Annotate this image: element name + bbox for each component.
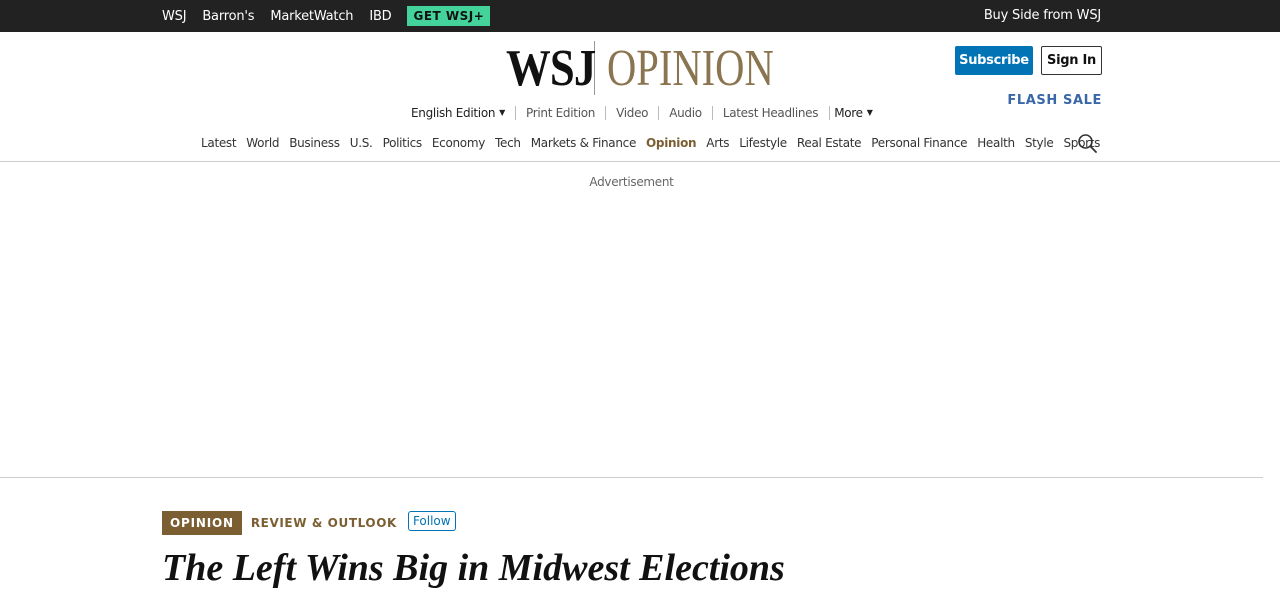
- article-headline: The Left Wins Big in Midwest Elections: [162, 547, 785, 589]
- nav-item-politics[interactable]: Politics: [383, 136, 423, 150]
- print-edition-link[interactable]: Print Edition: [515, 106, 605, 120]
- brand-link-marketwatch[interactable]: MarketWatch: [270, 9, 353, 24]
- nav-item-personal-finance[interactable]: Personal Finance: [871, 136, 967, 150]
- audio-link[interactable]: Audio: [658, 106, 712, 120]
- main-nav: Latest World Business U.S. Politics Econ…: [201, 134, 1110, 152]
- subscribe-button[interactable]: Subscribe: [955, 46, 1033, 75]
- nav-item-real-estate[interactable]: Real Estate: [797, 136, 862, 150]
- section-label[interactable]: REVIEW & OUTLOOK: [251, 516, 397, 530]
- nav-item-health[interactable]: Health: [977, 136, 1015, 150]
- caret-down-icon: ▼: [499, 108, 506, 117]
- article-meta: OPINION REVIEW & OUTLOOK Follow: [162, 511, 456, 535]
- nav-item-us[interactable]: U.S.: [350, 136, 373, 150]
- ad-divider: [0, 477, 1263, 478]
- nav-item-world[interactable]: World: [246, 136, 279, 150]
- brand-link-barrons[interactable]: Barron's: [202, 9, 254, 24]
- flash-sale-link[interactable]: FLASH SALE: [1007, 93, 1102, 108]
- nav-item-markets-finance[interactable]: Markets & Finance: [531, 136, 637, 150]
- edition-bar: English Edition ▼ Print Edition Video Aud…: [411, 104, 873, 122]
- caret-down-icon: ▼: [866, 108, 873, 117]
- edition-selector[interactable]: English Edition ▼: [411, 106, 515, 120]
- nav-item-latest[interactable]: Latest: [201, 136, 237, 150]
- nav-item-style[interactable]: Style: [1025, 136, 1054, 150]
- brand-link-ibd[interactable]: IBD: [369, 9, 391, 24]
- nav-item-tech[interactable]: Tech: [495, 136, 521, 150]
- nav-item-lifestyle[interactable]: Lifestyle: [739, 136, 787, 150]
- advertisement-label: Advertisement: [589, 175, 674, 189]
- brand-links: WSJ Barron's MarketWatch IBD GET WSJ+: [162, 0, 491, 32]
- latest-headlines-link[interactable]: Latest Headlines: [711, 106, 828, 120]
- more-label: More: [834, 106, 863, 120]
- nav-item-economy[interactable]: Economy: [432, 136, 485, 150]
- nav-item-arts[interactable]: Arts: [706, 136, 729, 150]
- follow-button[interactable]: Follow: [407, 511, 456, 531]
- sign-in-button[interactable]: Sign In: [1041, 46, 1102, 75]
- video-link[interactable]: Video: [605, 106, 658, 120]
- search-icon[interactable]: [1077, 133, 1097, 153]
- brand-link-wsj[interactable]: WSJ: [162, 9, 187, 24]
- more-menu[interactable]: More ▼: [829, 106, 873, 120]
- nav-divider: [0, 161, 1280, 162]
- nav-item-business[interactable]: Business: [289, 136, 340, 150]
- top-bar: WSJ Barron's MarketWatch IBD GET WSJ+ Bu…: [0, 0, 1280, 32]
- logo-wsj: WSJ: [506, 39, 596, 97]
- logo-opinion: OPINION: [607, 39, 774, 97]
- buy-side-link[interactable]: Buy Side from WSJ: [984, 8, 1101, 23]
- edition-label: English Edition: [411, 106, 496, 120]
- nav-item-opinion[interactable]: Opinion: [646, 136, 697, 150]
- wsj-opinion-logo[interactable]: WSJ OPINION: [506, 39, 821, 97]
- get-wsj-plus-button[interactable]: GET WSJ+: [407, 6, 491, 26]
- opinion-badge[interactable]: OPINION: [162, 511, 242, 535]
